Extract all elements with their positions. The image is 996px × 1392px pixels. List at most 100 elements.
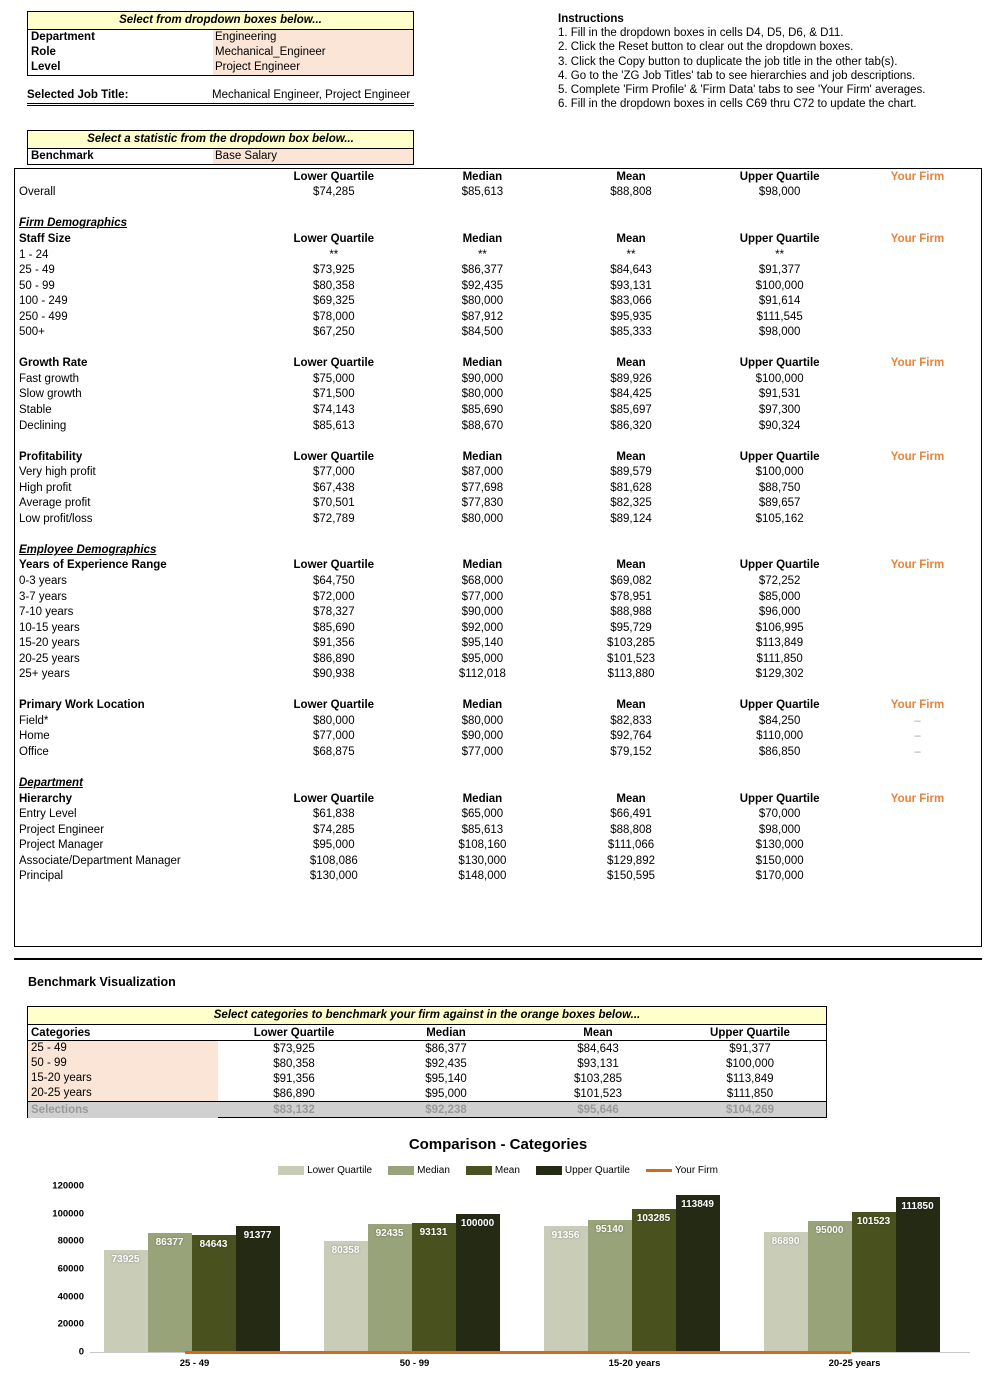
data-cell: $91,531 [758,388,801,401]
data-cell: ** [775,248,785,261]
data-cell: $82,325 [610,497,652,510]
legend-swatch [465,1166,492,1175]
data-cell: $84,250 [758,714,801,727]
row-label: Principal [19,870,64,883]
instruction-item: 3. Click the Copy button to duplicate th… [558,55,898,68]
data-cell: $93,131 [577,1057,619,1070]
data-cell: $80,358 [313,279,355,292]
x-axis-tick-label: 20-25 years [828,1358,881,1369]
data-cell: $113,849 [726,1072,774,1085]
data-cell: $130,000 [309,870,358,883]
instructions-panel: Instructions 1. Fill in the dropdown box… [558,12,988,111]
chart-bar: 86377 [147,1232,192,1352]
data-cell: $69,082 [610,574,652,587]
selections-value: $104,269 [726,1103,774,1116]
data-cell: $87,000 [461,466,504,479]
bar-group: 80358 92435 93131 100000 [323,1186,514,1352]
data-cell: $101,523 [607,652,655,665]
table-row: 20-25 years $86,890 $95,000 $101,523 $111,85… [28,1086,826,1101]
data-cell: $95,729 [610,621,652,634]
x-axis-labels: 25 - 49 50 - 99 15-20 years 20-25 years [90,1358,970,1376]
row-label: Low profit/loss [19,512,93,525]
data-cell: $95,935 [610,310,652,323]
column-header-your-firm: Your Firm [890,699,945,712]
category-dropdown[interactable]: 25 - 49 [28,1041,218,1056]
data-cell: $84,643 [577,1042,619,1055]
bar-value-label: 103285 [636,1213,671,1225]
data-cell: $78,327 [313,606,355,619]
table-row: 3-7 years $72,000 $77,000 $78,951 $85,000 [15,589,981,605]
your-firm-series-line [185,1351,851,1354]
table-row: Declining $85,613 $88,670 $86,320 $90,324 [15,418,981,434]
row-spacer [15,340,981,356]
data-cell: $150,595 [607,870,655,883]
category-dropdown[interactable]: 15-20 years [28,1071,218,1086]
role-dropdown[interactable]: Mechanical_Engineer [213,45,413,60]
department-dropdown[interactable]: Engineering [213,30,413,45]
data-cell: $75,000 [313,372,355,385]
chart-bar: 113849 [675,1194,720,1352]
bar-value-label: 95140 [595,1224,624,1236]
bar-group: 73925 86377 84643 91377 [103,1186,294,1352]
data-cell: $77,830 [461,497,504,510]
table-row: 500+ $67,250 $84,500 $85,333 $98,000 [15,324,981,340]
data-cell: $93,131 [610,279,652,292]
row-label: 250 - 499 [19,310,68,323]
data-cell: $89,926 [610,372,652,385]
y-axis-tick-label: 80000 [57,1235,84,1247]
category-dropdown[interactable]: 50 - 99 [28,1056,218,1071]
data-cell: $72,252 [758,574,801,587]
table-row: 100 - 249 $69,325 $80,000 $83,066 $91,614 [15,293,981,309]
data-cell: $88,670 [461,419,504,432]
column-header: Lower Quartile [293,450,375,463]
table-header-row: Hierarchy Lower Quartile Median Mean Upper Q… [15,791,981,807]
y-axis-tick-label: 0 [78,1346,84,1358]
bar-value-label: 86890 [771,1235,800,1247]
column-header: Upper Quartile [739,559,820,572]
data-cell: $87,912 [461,310,504,323]
column-header-your-firm: Your Firm [890,559,945,572]
row-label: 0-3 years [19,574,67,587]
chart-bar: 101523 [851,1211,896,1352]
row-label: Office [19,746,49,758]
data-cell: $66,491 [610,808,652,821]
row-group-label: Staff Size [19,232,71,245]
table-row: Associate/Department Manager $108,086 $130… [15,853,981,869]
data-cell: $70,000 [758,808,801,821]
data-cell: $86,377 [425,1042,467,1055]
data-cell: $73,925 [273,1042,315,1055]
data-cell: $83,066 [610,295,652,308]
bar-value-label: 113849 [681,1198,714,1210]
row-label: Home [19,730,50,743]
table-row: 1 - 24 ** ** ** ** [15,247,981,263]
row-label: Project Engineer [19,823,105,836]
data-cell: $70,501 [313,497,355,510]
table-header-row: Categories Lower Quartile Median Mean Up… [28,1025,826,1041]
table-row: Principal $130,000 $148,000 $150,595 $170,00… [15,869,981,885]
data-cell: $100,000 [755,372,804,385]
data-cell: $108,160 [458,839,507,852]
data-cell: $108,086 [309,854,358,867]
column-header: Median [462,357,503,370]
row-label: Fast growth [19,372,80,385]
data-cell: $77,000 [461,590,504,603]
bar-value-label: 86377 [155,1236,184,1248]
level-dropdown[interactable]: Project Engineer [213,60,413,75]
row-label: 7-10 years [19,606,74,619]
benchmark-dropdown[interactable]: Base Salary [213,149,413,164]
column-header: Lower Quartile [293,792,375,805]
data-cell: $85,697 [610,403,652,416]
chart-bar: 91377 [235,1225,280,1352]
y-axis-tick-label: 100000 [52,1208,84,1220]
data-cell: $79,152 [610,746,652,758]
legend-item: Lower Quartile [278,1165,372,1176]
data-cell: $111,545 [756,310,803,323]
data-cell: $113,880 [607,668,655,681]
chart-bar: 95000 [807,1220,852,1352]
data-cell: $95,000 [313,839,355,852]
table-row: 25 - 49 $73,925 $86,377 $84,643 $91,377 [15,262,981,278]
category-dropdown[interactable]: 20-25 years [28,1086,218,1101]
data-cell: $110,000 [756,730,804,743]
column-header: Mean [616,559,646,572]
legend-item: Median [388,1165,450,1176]
